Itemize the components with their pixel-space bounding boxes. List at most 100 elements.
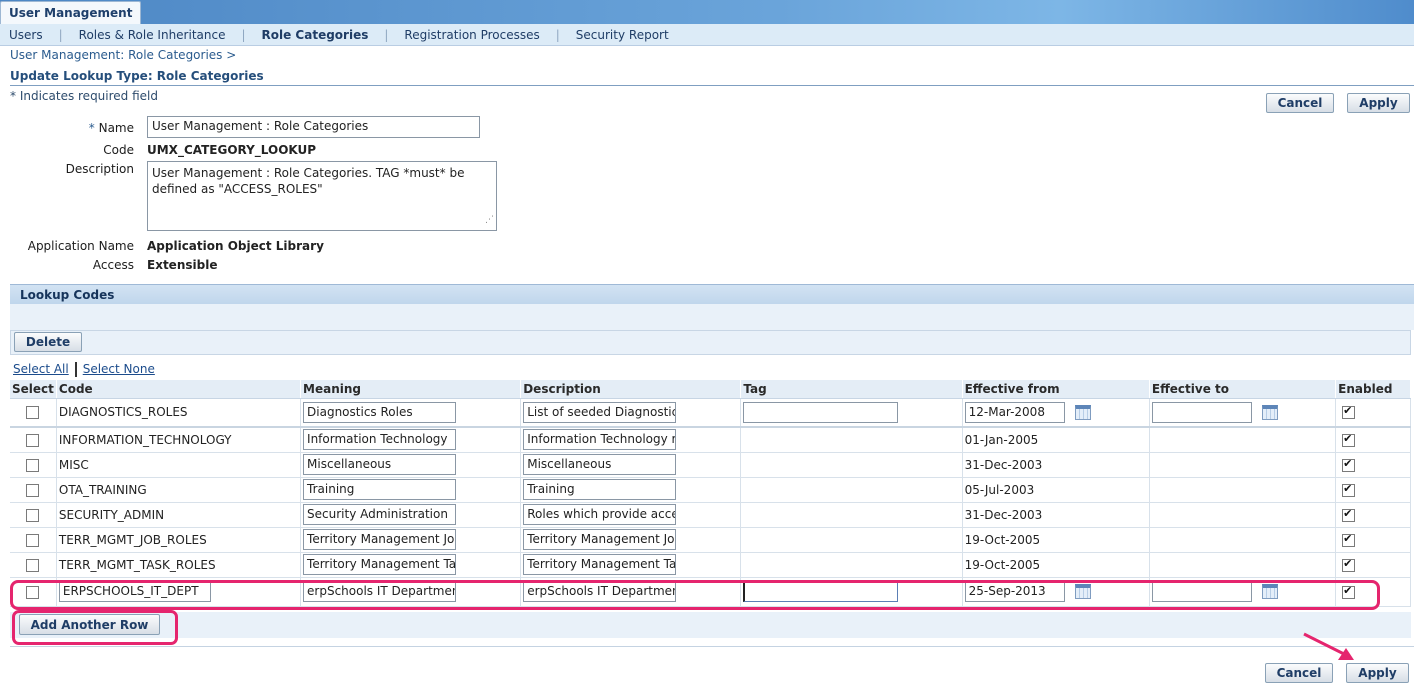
effective-to-cell [1149,452,1337,478]
meaning-input[interactable]: Training [303,479,457,500]
apply-button-top[interactable]: Apply [1347,93,1410,113]
description-input[interactable]: Roles which provide acces [523,504,677,525]
calendar-icon[interactable] [1261,404,1278,420]
tag-cell [740,427,963,453]
cancel-button-top[interactable]: Cancel [1266,93,1334,113]
select-none-link[interactable]: Select None [83,362,155,376]
nav-registration[interactable]: Registration Processes [404,28,539,42]
access-value: Extensible [147,258,218,272]
nav-role-categories[interactable]: Role Categories [262,28,369,42]
page-title: Update Lookup Type: Role Categories [10,69,264,83]
lookup-codes-header: Lookup Codes [10,284,1414,304]
effective-from-cell: 19-Oct-2005 [962,527,1150,553]
calendar-icon[interactable] [1074,404,1091,420]
title-divider [10,85,1414,86]
effective-from-input[interactable]: 12-Mar-2008 [964,401,1065,423]
enabled-checkbox[interactable] [1342,482,1356,497]
nav-separator: | [58,27,63,42]
row-select-checkbox[interactable] [26,433,40,447]
app-title-tab[interactable]: User Management [0,1,142,24]
meaning-input[interactable]: Miscellaneous [303,454,457,475]
description-input[interactable]: Territory Management Jol [523,529,677,550]
row-code: SECURITY_ADMIN [56,502,302,528]
nav-separator: | [384,27,389,42]
row-code: TERR_MGMT_JOB_ROLES [56,527,302,553]
row-select-checkbox[interactable] [26,508,40,522]
row-code: MISC [56,452,302,478]
col-enabled: Enabled [1335,380,1411,399]
effective-from-cell: 31-Dec-2003 [962,502,1150,528]
cancel-button-bottom[interactable]: Cancel [1265,663,1333,683]
row-select-checkbox[interactable] [26,558,40,572]
effective-from-cell: 19-Oct-2005 [962,552,1150,578]
description-input[interactable]: List of seeded Diagnostics [523,401,677,423]
table-row: TERR_MGMT_TASK_ROLES Territory Managemen… [10,552,1411,578]
col-description: Description [520,380,742,399]
table-toolbar [10,330,1411,355]
nav-roles[interactable]: Roles & Role Inheritance [79,28,226,42]
delete-button[interactable]: Delete [14,332,82,352]
effective-to-input[interactable] [1151,401,1252,423]
row-code: INFORMATION_TECHNOLOGY [56,427,302,453]
col-effective-from: Effective from [962,380,1150,399]
effective-to-cell [1149,552,1337,578]
row-code: TERR_MGMT_TASK_ROLES [56,552,302,578]
col-select: Select [10,380,57,399]
name-label-text: Name [98,121,134,135]
enabled-checkbox[interactable] [1342,507,1356,522]
col-meaning: Meaning [300,380,522,399]
table-row: SECURITY_ADMIN Security Administration R… [10,502,1411,528]
nav-security-report[interactable]: Security Report [576,28,669,42]
description-input[interactable]: Training [523,479,677,500]
name-label: * Name [20,121,134,135]
required-star: * [88,121,95,135]
effective-to-cell [1149,527,1337,553]
select-all-link[interactable]: Select All [13,362,69,376]
enabled-checkbox[interactable] [1342,557,1356,572]
meaning-input[interactable]: Security Administration [303,504,457,525]
description-input[interactable]: Territory Management Ta [523,554,677,575]
effective-from-cell: 05-Jul-2003 [962,477,1150,503]
table-row: TERR_MGMT_JOB_ROLES Territory Management… [10,527,1411,553]
enabled-checkbox[interactable] [1342,532,1356,547]
tag-input[interactable] [743,401,899,423]
tag-cell [740,527,963,553]
row-select-checkbox[interactable] [26,483,40,497]
description-text: User Management : Role Categories. TAG *… [152,166,465,196]
table-header-row: Select Code Meaning Description Tag Effe… [10,380,1411,399]
apply-button-bottom[interactable]: Apply [1346,663,1409,683]
row-select-checkbox[interactable] [26,533,40,547]
nav-separator: | [555,27,560,42]
meaning-input[interactable]: Territory Management Jol [303,529,457,550]
description-input[interactable]: Miscellaneous [523,454,677,475]
col-tag: Tag [740,380,963,399]
tag-cell [740,552,963,578]
tag-cell [740,452,963,478]
row-select-checkbox[interactable] [26,458,40,472]
name-input[interactable]: User Management : Role Categories [147,116,480,138]
enabled-checkbox[interactable] [1342,457,1356,472]
highlight-add-row-button [12,610,178,645]
meaning-input[interactable]: Diagnostics Roles [303,401,457,423]
nav-separator: | [241,27,246,42]
nav-bar: Users | Roles & Role Inheritance | Role … [0,24,1414,46]
meaning-input[interactable]: Information Technology [303,429,457,451]
col-effective-to: Effective to [1149,380,1337,399]
enabled-checkbox[interactable] [1342,404,1356,420]
row-select-checkbox[interactable] [26,406,40,420]
add-row-band [10,612,1411,638]
effective-to-cell [1149,477,1337,503]
nav-users[interactable]: Users [9,28,43,42]
description-textarea[interactable]: User Management : Role Categories. TAG *… [147,161,497,231]
meaning-input[interactable]: Territory Management Ta [303,554,457,575]
effective-to-cell [1149,427,1337,453]
bottom-divider [10,646,1414,647]
resize-grip-icon[interactable]: ⋰ [485,212,494,228]
link-separator [74,362,77,377]
table-row: INFORMATION_TECHNOLOGY Information Techn… [10,427,1411,453]
description-input[interactable]: Information Technology re [523,429,677,451]
table-row: DIAGNOSTICS_ROLES Diagnostics Roles List… [10,398,1411,428]
breadcrumb[interactable]: User Management: Role Categories > [10,48,236,62]
enabled-checkbox[interactable] [1342,432,1356,447]
highlight-new-row [10,580,1380,610]
